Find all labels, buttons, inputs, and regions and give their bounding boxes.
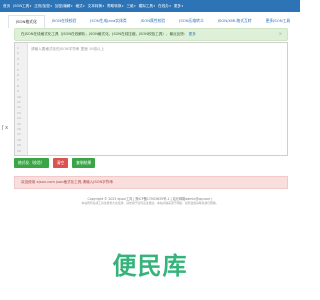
- info-alert-link[interactable]: 更多: [189, 32, 196, 36]
- clear-button[interactable]: 清空: [52, 158, 69, 168]
- caret-down-icon: ▾: [29, 4, 32, 8]
- status-alert-text: 欢迎使用 ejson.com json格式化工具,请输入JSON字符串: [21, 180, 113, 184]
- nav-item-more[interactable]: 更多 ▾: [174, 4, 183, 9]
- line-number: 13: [17, 110, 21, 115]
- line-number-gutter: 1 2 3 4 5 6 7 8 9 10 11 12 13 14 15 16 17 18 19 20: [15, 43, 28, 155]
- copy-result-button[interactable]: 复制结果: [72, 158, 96, 168]
- caret-down-icon: ▾: [102, 4, 105, 8]
- line-number: 3: [17, 56, 19, 61]
- line-number: 11: [17, 100, 21, 104]
- caret-down-icon: ▾: [153, 4, 156, 8]
- line-number: 6: [17, 73, 19, 77]
- json-tools-tabs: JSON格式化 JSON在线校验 JSON生成Java实体类 JSON属性校验 …: [8, 14, 292, 28]
- line-number: 7: [17, 78, 19, 83]
- tab-json-validate[interactable]: JSON在线校验: [45, 15, 84, 27]
- caret-down-icon: ▾: [181, 4, 184, 8]
- caret-down-icon: ▾: [70, 4, 73, 8]
- watermark-logo: 便民库: [112, 252, 188, 280]
- line-number: 12: [17, 105, 21, 110]
- line-number: 17: [17, 132, 21, 137]
- caret-down-icon: ▾: [121, 4, 124, 8]
- line-number: 15: [17, 121, 21, 126]
- info-alert-text: 在JSON在线格式化工具（JSON在线解析，JSON格式化，JSON在线压缩，J…: [21, 32, 196, 36]
- close-icon[interactable]: ×: [279, 31, 282, 36]
- line-number: 8: [17, 83, 19, 88]
- nav-item-encrypt[interactable]: 加密/编解 ▾: [55, 4, 73, 9]
- line-number: 19: [17, 143, 21, 148]
- line-number: 16: [17, 127, 21, 131]
- tab-json-to-java[interactable]: JSON生成Java实体类: [83, 15, 133, 27]
- nav-item-help[interactable]: 帮助转换 ▾: [107, 4, 123, 9]
- nav-item-office[interactable]: 在线办 ▾: [158, 4, 171, 9]
- nav-item-json-tools[interactable]: JSON工具 ▾: [13, 4, 31, 9]
- caret-down-icon: ▾: [50, 4, 52, 8]
- nav-item-regex[interactable]: 正则/加密 ▾: [34, 4, 52, 9]
- tab-json-xml-convert[interactable]: JSON/XML格式互转: [211, 15, 259, 27]
- json-input-editor[interactable]: 1 2 3 4 5 6 7 8 9 10 11 12 13 14 15 16 17 18 19 20 请输入要格式化的…: [14, 42, 288, 156]
- tab-more-json-tools[interactable]: 更多JSON工具: [259, 15, 298, 27]
- side-toggle-icon[interactable]: ʃ x: [0, 123, 10, 132]
- caret-down-icon: ▾: [169, 4, 171, 8]
- top-navbar: 首页 JSON工具 ▾ 正则/加密 ▾ 加密/编解 ▾ 格式 ▾ 文本转换 ▾ 帮助转换 ▾…: [0, 0, 300, 12]
- nav-item-home[interactable]: 首页: [3, 4, 10, 9]
- line-number: 18: [17, 137, 21, 142]
- line-number: 10: [17, 94, 21, 99]
- info-alert: 在JSON在线格式化工具（JSON在线解析，JSON格式化，JSON在线压缩，J…: [14, 28, 288, 41]
- line-number: 5: [17, 67, 19, 72]
- caret-down-icon: ▾: [134, 4, 136, 8]
- line-number: 4: [17, 62, 19, 67]
- tab-json-attr-check[interactable]: JSON属性校验: [134, 15, 173, 27]
- line-number: 20: [17, 148, 21, 153]
- status-alert: 欢迎使用 ejson.com json格式化工具,请输入JSON字符串: [14, 176, 288, 189]
- tab-json-format[interactable]: JSON格式化: [8, 14, 45, 28]
- caret-down-icon: ▾: [83, 4, 85, 8]
- line-number: 9: [17, 89, 19, 94]
- nav-item-sim[interactable]: 模拟工具 ▾: [139, 4, 155, 9]
- format-validate-button[interactable]: 格式化（校验）: [14, 158, 49, 168]
- line-number: 2: [17, 51, 19, 56]
- editor-placeholder: 请输入要格式化的JSON字符串 提速 10倍以上: [31, 47, 105, 51]
- line-number: 14: [17, 116, 21, 121]
- nav-item-format[interactable]: 格式 ▾: [75, 4, 84, 9]
- line-number: 1: [17, 46, 19, 50]
- nav-item-text[interactable]: 文本转换 ▾: [88, 4, 104, 9]
- footer-disclaimer: 本站所有在线工具免费供大家使用，请勿用于任何违法用途。本站内容来源于网络，如有侵…: [81, 201, 219, 205]
- nav-item-3d[interactable]: 三维 ▾: [126, 4, 135, 9]
- tab-json-compress[interactable]: JSON压缩转义: [172, 15, 211, 27]
- action-buttons: 格式化（校验） 清空 复制结果: [14, 158, 96, 168]
